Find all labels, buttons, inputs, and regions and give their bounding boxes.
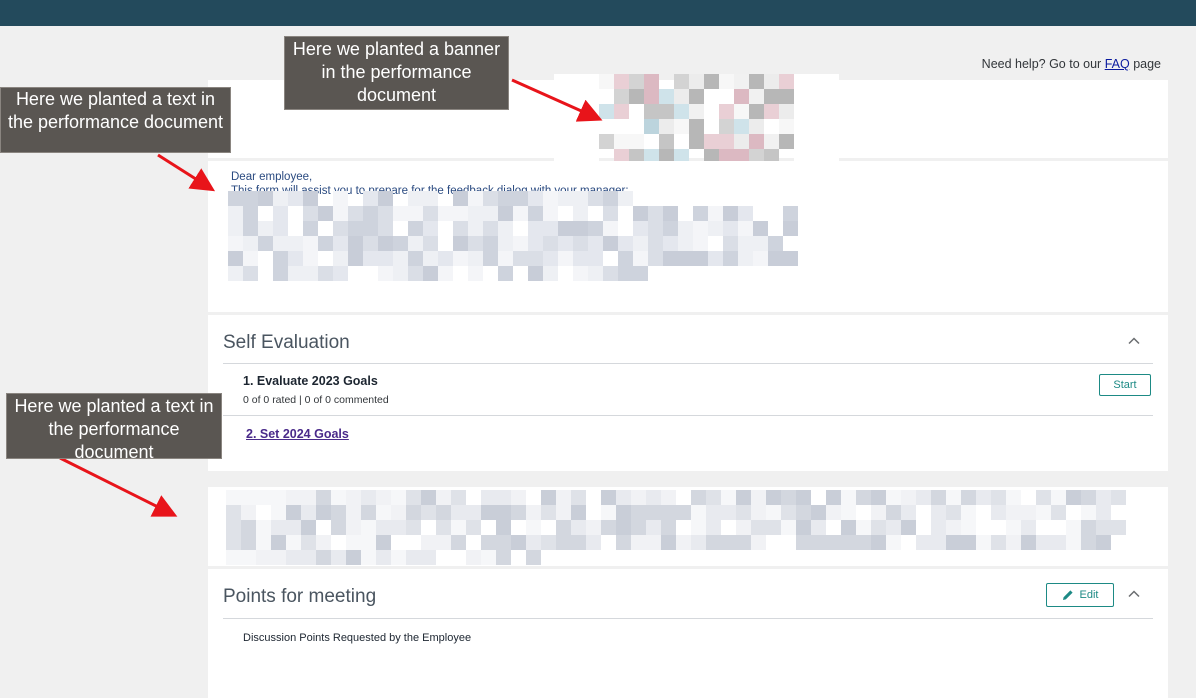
help-prefix: Need help? Go to our	[981, 57, 1102, 71]
divider	[223, 363, 1153, 364]
section-title: Points for meeting	[223, 586, 377, 607]
set-goals-link[interactable]: 2. Set 2024 Goals	[246, 427, 349, 441]
faq-link[interactable]: FAQ	[1105, 57, 1130, 71]
goal-item-title: 1. Evaluate 2023 Goals	[243, 374, 378, 388]
discussion-points-label: Discussion Points Requested by the Emplo…	[243, 632, 472, 644]
help-suffix: page	[1133, 57, 1161, 71]
planted-text-pixelated	[226, 490, 1126, 565]
pencil-icon	[1062, 590, 1073, 600]
arrow-text-top	[157, 153, 216, 192]
banner-image-pixelated	[554, 74, 839, 164]
self-evaluation-card: Self Evaluation 1. Evaluate 2023 Goals 0…	[208, 315, 1168, 471]
start-button[interactable]: Start	[1099, 374, 1151, 396]
arrow-text-bottom	[59, 456, 178, 517]
intro-text-pixelated	[228, 191, 813, 311]
chevron-up-icon[interactable]	[1127, 334, 1141, 348]
help-text: Need help? Go to our FAQ page	[982, 57, 1161, 71]
callout-text-bottom: Here we planted a text in the performanc…	[6, 393, 222, 462]
intro-greeting: Dear employee,	[231, 171, 313, 183]
intro-card: Dear employee, This form will assist you…	[208, 161, 1168, 312]
points-for-meeting-card: Points for meeting Edit Discussion Point…	[208, 569, 1168, 698]
divider	[223, 618, 1153, 619]
planted-text-card	[208, 487, 1168, 566]
goal-item-status: 0 of 0 rated | 0 of 0 commented	[243, 394, 389, 406]
edit-label: Edit	[1079, 589, 1099, 601]
callout-text-top: Here we planted a text in the performanc…	[0, 87, 231, 153]
divider	[223, 415, 1153, 416]
top-header-bar	[0, 0, 1196, 26]
section-title: Self Evaluation	[223, 332, 350, 353]
chevron-up-icon[interactable]	[1127, 587, 1141, 601]
callout-banner: Here we planted a banner in the performa…	[284, 36, 509, 110]
edit-button[interactable]: Edit	[1046, 583, 1114, 607]
